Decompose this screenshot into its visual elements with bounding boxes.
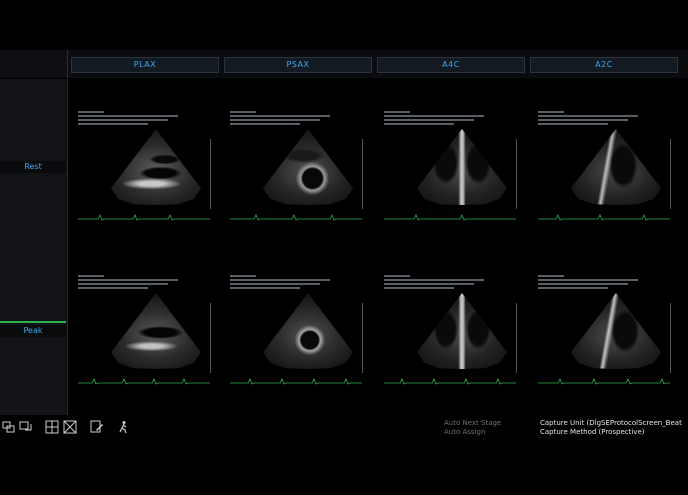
ecg-trace (538, 214, 670, 221)
meta-line (230, 283, 320, 285)
auto-assign-option[interactable]: Auto Assign (444, 428, 485, 436)
meta-line (230, 115, 330, 117)
meta-line (78, 123, 148, 125)
depth-scale (516, 139, 517, 209)
meta-line (384, 279, 484, 281)
ecg-trace (384, 214, 516, 221)
column-header-a4c[interactable]: A4C (377, 57, 525, 73)
echo-cell-rest-plax[interactable] (72, 109, 222, 227)
echo-cell-rest-psax[interactable] (224, 109, 374, 227)
depth-scale (362, 303, 363, 373)
echo-image (263, 129, 353, 205)
meta-line (538, 111, 564, 113)
capture-method-status: Capture Method (Prospective) (540, 428, 645, 436)
meta-line (384, 119, 474, 121)
meta-line (230, 123, 300, 125)
active-row-indicator (0, 321, 66, 323)
meta-line (384, 283, 474, 285)
meta-line (538, 279, 638, 281)
meta-line (230, 119, 320, 121)
top-bar (0, 0, 688, 50)
echo-image (571, 129, 661, 205)
split-view-icon[interactable] (63, 420, 77, 434)
echo-cell-rest-a2c[interactable] (532, 109, 682, 227)
meta-line (78, 287, 148, 289)
ecg-trace (78, 214, 210, 221)
echo-cell-peak-plax[interactable] (72, 273, 222, 391)
compare-icon[interactable] (19, 420, 33, 434)
echo-cell-peak-a2c[interactable] (532, 273, 682, 391)
echo-image (417, 129, 507, 205)
echo-image (417, 293, 507, 369)
meta-line (384, 123, 454, 125)
echo-cell-peak-a4c[interactable] (378, 273, 528, 391)
row-label-rest[interactable]: Rest (0, 161, 66, 173)
meta-line (230, 275, 256, 277)
depth-scale (210, 139, 211, 209)
depth-scale (362, 139, 363, 209)
meta-line (384, 287, 454, 289)
meta-line (230, 279, 330, 281)
meta-line (78, 279, 178, 281)
meta-line (78, 111, 104, 113)
capture-unit-status: Capture Unit (DlgSEProtocolScreen_Beat (540, 419, 682, 427)
meta-line (538, 119, 628, 121)
meta-line (78, 119, 168, 121)
echo-image (111, 293, 201, 369)
column-header-a2c[interactable]: A2C (530, 57, 678, 73)
meta-line (538, 123, 608, 125)
meta-line (384, 111, 410, 113)
header-corner (0, 50, 68, 78)
meta-line (538, 287, 608, 289)
meta-line (538, 283, 628, 285)
depth-scale (670, 139, 671, 209)
echo-cell-rest-a4c[interactable] (378, 109, 528, 227)
meta-line (78, 275, 104, 277)
echo-image (111, 129, 201, 205)
depth-scale (670, 303, 671, 373)
meta-line (230, 111, 256, 113)
echo-image-grid (68, 79, 688, 415)
meta-line (538, 115, 638, 117)
meta-line (384, 115, 484, 117)
echo-cell-peak-psax[interactable] (224, 273, 374, 391)
edit-report-icon[interactable] (90, 420, 104, 434)
column-header-psax[interactable]: PSAX (224, 57, 372, 73)
meta-line (78, 115, 178, 117)
grid-view-icon[interactable] (45, 420, 59, 434)
walking-person-icon[interactable] (116, 420, 130, 434)
column-header-plax[interactable]: PLAX (71, 57, 219, 73)
layout-icon[interactable] (2, 420, 16, 434)
meta-line (384, 275, 410, 277)
row-label-peak[interactable]: Peak (0, 325, 66, 337)
meta-line (538, 275, 564, 277)
ecg-trace (384, 378, 516, 385)
auto-next-stage-option[interactable]: Auto Next Stage (444, 419, 501, 427)
ecg-trace (538, 378, 670, 385)
depth-scale (210, 303, 211, 373)
meta-line (78, 283, 168, 285)
meta-line (230, 287, 300, 289)
ecg-trace (78, 378, 210, 385)
ecg-trace (230, 214, 362, 221)
echo-image (263, 293, 353, 369)
depth-scale (516, 303, 517, 373)
ecg-trace (230, 378, 362, 385)
stage-sidebar: Rest Peak (0, 79, 68, 415)
echo-image (571, 293, 661, 369)
